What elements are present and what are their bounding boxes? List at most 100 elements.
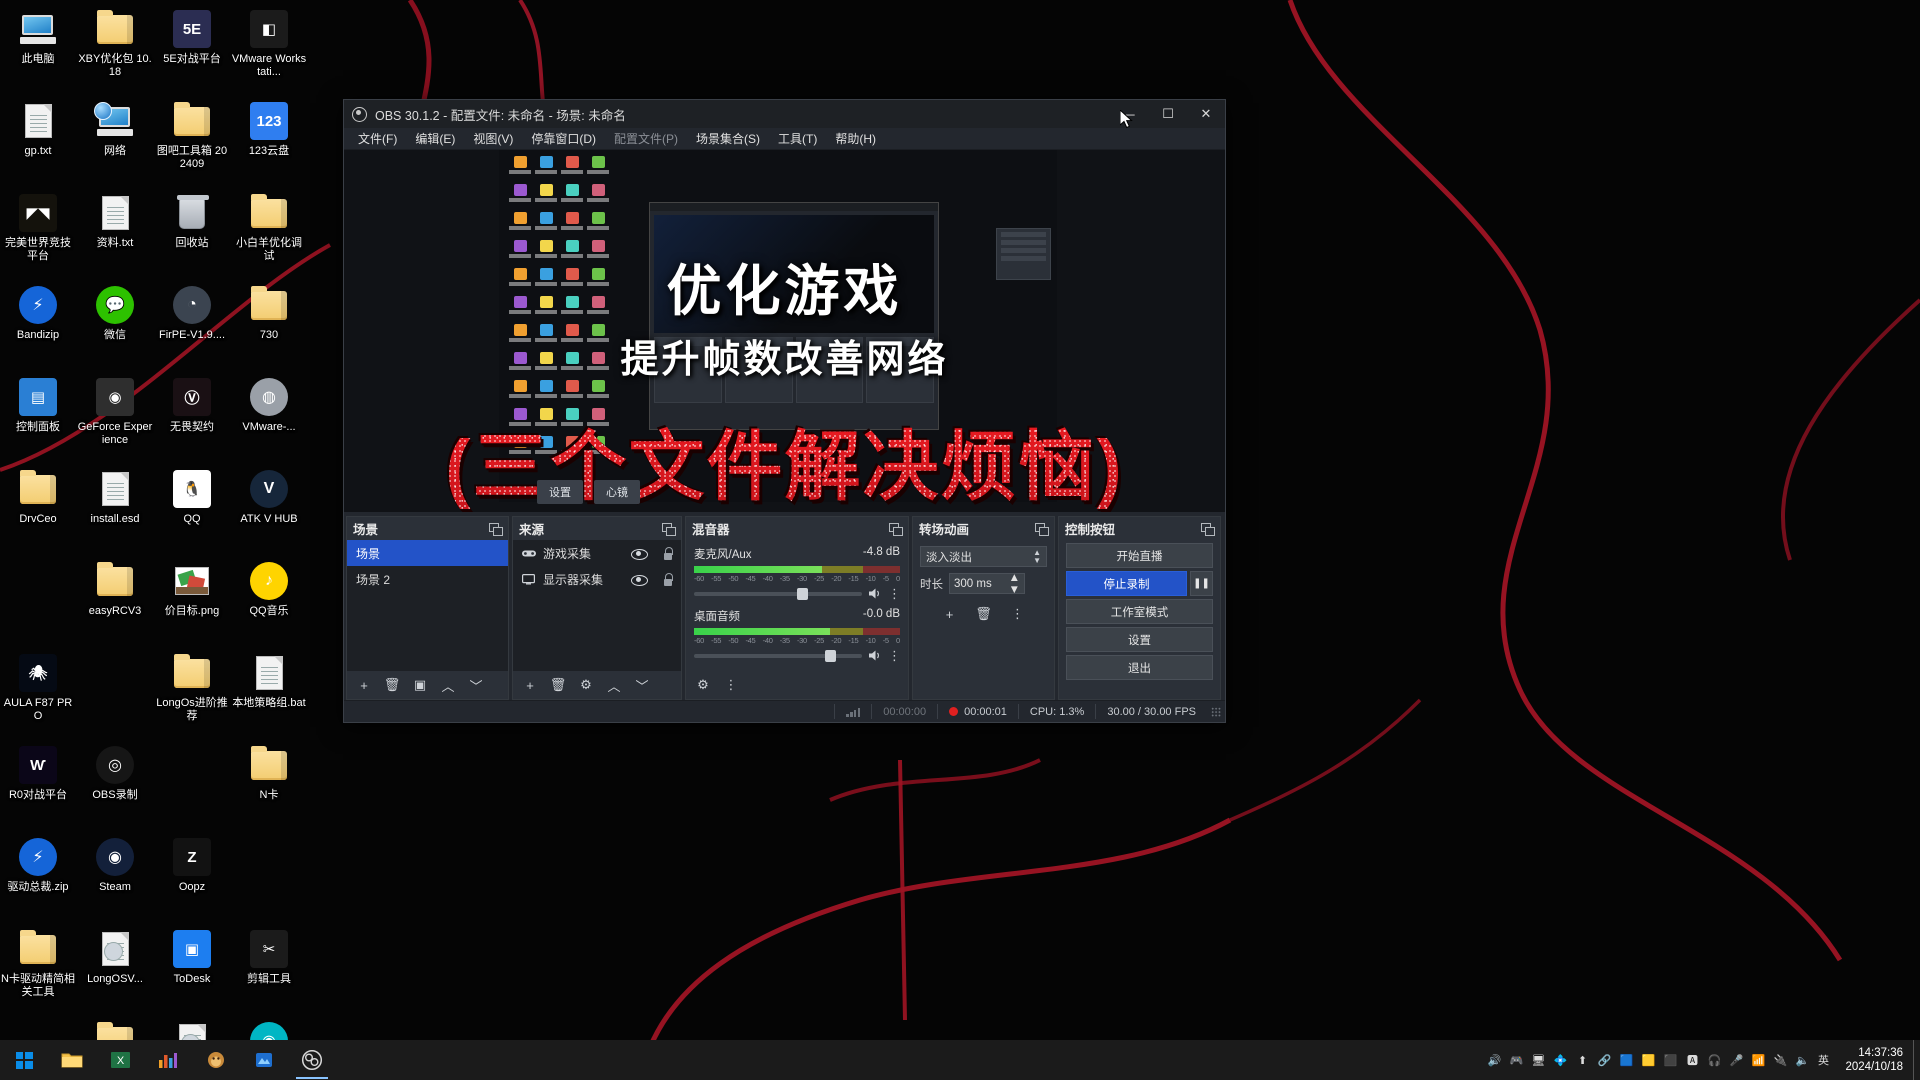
desktop-icon[interactable]: easyRCV3: [77, 556, 153, 646]
scene-list[interactable]: 场景 场景 2: [347, 540, 508, 671]
source-toolbar-button-2[interactable]: ⚙: [574, 675, 598, 696]
tray-icon-2[interactable]: 🖥: [1527, 1040, 1549, 1080]
start-button[interactable]: [0, 1040, 48, 1080]
desktop-icon[interactable]: ◧ VMware Workstati...: [231, 4, 307, 94]
tray-icon-13[interactable]: 🔌: [1769, 1040, 1791, 1080]
slider-knob[interactable]: [825, 649, 837, 662]
tray-icon-11[interactable]: 🎤: [1725, 1040, 1747, 1080]
menu-item-7[interactable]: 帮助(H): [835, 130, 876, 147]
duration-spinner[interactable]: 300 ms ▲ ▼: [949, 572, 1025, 596]
scene-toolbar-button-2[interactable]: ▣: [408, 675, 432, 696]
control-button-3[interactable]: 设置: [1066, 627, 1213, 652]
desktop-icon[interactable]: 123 123云盘: [231, 96, 307, 186]
tray-icon-1[interactable]: 🎮: [1505, 1040, 1527, 1080]
close-button[interactable]: ✕: [1187, 100, 1225, 128]
desktop-icon[interactable]: ▤ 控制面板: [0, 372, 76, 462]
desktop-icon[interactable]: ◎ OBS录制: [77, 740, 153, 830]
desktop-icon[interactable]: ◔ FirPE-V1.9....: [154, 280, 230, 370]
source-item[interactable]: 游戏采集: [513, 540, 681, 566]
transition-select[interactable]: 淡入淡出 ▲ ▼: [920, 546, 1047, 567]
ime-indicator[interactable]: 英: [1813, 1040, 1833, 1080]
desktop-icon[interactable]: 回收站: [154, 188, 230, 278]
popout-icon[interactable]: [489, 522, 503, 536]
tray-icon-14[interactable]: 🔈: [1791, 1040, 1813, 1080]
source-toolbar-button-1[interactable]: 🗑: [546, 675, 570, 696]
tray-icon-10[interactable]: 🎧: [1703, 1040, 1725, 1080]
maximize-button[interactable]: ☐: [1149, 100, 1187, 128]
taskbar-item-monkey-app[interactable]: [192, 1040, 240, 1080]
tray-icon-4[interactable]: ⬆: [1571, 1040, 1593, 1080]
scene-toolbar-button-0[interactable]: +: [352, 675, 376, 696]
popout-icon[interactable]: [662, 522, 676, 536]
popout-icon[interactable]: [1035, 522, 1049, 536]
taskbar-item-excel[interactable]: X: [96, 1040, 144, 1080]
tray-icon-3[interactable]: 💠: [1549, 1040, 1571, 1080]
source-toolbar-button-3[interactable]: ︿: [602, 675, 626, 696]
speaker-icon[interactable]: [868, 587, 882, 600]
control-button-4[interactable]: 退出: [1066, 655, 1213, 680]
tray-icon-5[interactable]: 🔗: [1593, 1040, 1615, 1080]
transition-toolbar-button-0[interactable]: +: [938, 604, 962, 625]
taskbar-item-chart-app[interactable]: [144, 1040, 192, 1080]
desktop-icon[interactable]: ◤◥ 完美世界竞技平台: [0, 188, 76, 278]
source-toolbar-button-4[interactable]: ﹀: [630, 675, 654, 696]
desktop-icon[interactable]: LongOSV...: [77, 924, 153, 1014]
taskbar-clock[interactable]: 14:37:36 2024/10/18: [1837, 1046, 1913, 1074]
obs-window[interactable]: OBS 30.1.2 - 配置文件: 未命名 - 场景: 未命名 ─ ☐ ✕ 文…: [343, 99, 1226, 723]
desktop-icon[interactable]: ▣ ToDesk: [154, 924, 230, 1014]
obs-preview-area[interactable]: 优化游戏 提升帧数改善网络 (三个文件解决烦恼) 设置 心镜: [344, 150, 1225, 512]
desktop-icon[interactable]: ◉ GeForce Experience: [77, 372, 153, 462]
taskbar[interactable]: X 🔊 🎮 🖥 💠 ⬆ 🔗 🟦 🟨 ⬛ 🅰 🎧 🎤 📶 🔌 🔈 英 14:37:…: [0, 1040, 1920, 1080]
control-button-1[interactable]: 停止录制: [1066, 571, 1187, 596]
tray-icon-6[interactable]: 🟦: [1615, 1040, 1637, 1080]
desktop-icon[interactable]: 💬 微信: [77, 280, 153, 370]
desktop-icon[interactable]: ◍ VMware-...: [231, 372, 307, 462]
menu-item-6[interactable]: 工具(T): [778, 130, 817, 147]
source-item[interactable]: 显示器采集: [513, 566, 681, 592]
control-button-0[interactable]: 开始直播: [1066, 543, 1213, 568]
slider-knob[interactable]: [796, 587, 808, 600]
source-toolbar-button-0[interactable]: +: [518, 675, 542, 696]
popout-icon[interactable]: [889, 522, 903, 536]
tray-icon-7[interactable]: 🟨: [1637, 1040, 1659, 1080]
transition-toolbar-button-1[interactable]: 🗑: [972, 604, 996, 625]
scene-item[interactable]: 场景: [347, 540, 508, 566]
desktop-icon[interactable]: 网络: [77, 96, 153, 186]
transition-toolbar-button-2[interactable]: ⋮: [1006, 604, 1030, 625]
scene-toolbar-button-3[interactable]: ︿: [436, 675, 460, 696]
popout-icon[interactable]: [1201, 522, 1215, 536]
menu-item-0[interactable]: 文件(F): [358, 130, 397, 147]
desktop-icon[interactable]: V ATK V HUB: [231, 464, 307, 554]
desktop-icon[interactable]: Ⱳ R0对战平台: [0, 740, 76, 830]
desktop-icon[interactable]: 5E 5E对战平台: [154, 4, 230, 94]
pause-recording-button[interactable]: ❚❚: [1190, 571, 1213, 596]
menu-item-1[interactable]: 编辑(E): [415, 130, 455, 147]
control-button-2[interactable]: 工作室模式: [1066, 599, 1213, 624]
menu-item-3[interactable]: 停靠窗口(D): [531, 130, 596, 147]
taskbar-item-obs[interactable]: [288, 1040, 336, 1080]
menu-item-2[interactable]: 视图(V): [473, 130, 513, 147]
desktop-icon[interactable]: install.esd: [77, 464, 153, 554]
channel-menu-icon[interactable]: ⋮: [888, 649, 901, 662]
desktop-icon[interactable]: 小白羊优化调试: [231, 188, 307, 278]
channel-menu-icon[interactable]: ⋮: [888, 587, 901, 600]
desktop-icon[interactable]: LongOs进阶推荐: [154, 648, 230, 738]
desktop-icon[interactable]: ♪ QQ音乐: [231, 556, 307, 646]
lock-icon[interactable]: [662, 572, 673, 586]
desktop-icon[interactable]: 🕷 AULA F87 PRO: [0, 648, 76, 738]
obs-title-bar[interactable]: OBS 30.1.2 - 配置文件: 未命名 - 场景: 未命名 ─ ☐ ✕: [344, 100, 1225, 128]
mixer-toolbar-button-0[interactable]: ⚙: [691, 675, 715, 696]
desktop-icon[interactable]: ◉ Steam: [77, 832, 153, 922]
desktop-icon[interactable]: 🐧 QQ: [154, 464, 230, 554]
eye-icon[interactable]: [631, 573, 648, 586]
tray-icon-0[interactable]: 🔊: [1483, 1040, 1505, 1080]
desktop-icon[interactable]: 本地策略组.bat: [231, 648, 307, 738]
scene-toolbar-button-4[interactable]: ﹀: [464, 675, 488, 696]
scene-item[interactable]: 场景 2: [347, 566, 508, 592]
mixer-toolbar-button-1[interactable]: ⋮: [719, 675, 743, 696]
taskbar-item-paint[interactable]: [240, 1040, 288, 1080]
desktop-icon[interactable]: N卡驱动精简相关工具: [0, 924, 76, 1014]
desktop-icon[interactable]: ⚡ 驱动总裁.zip: [0, 832, 76, 922]
menu-item-4[interactable]: 配置文件(P): [614, 130, 678, 147]
scene-toolbar-button-1[interactable]: 🗑: [380, 675, 404, 696]
